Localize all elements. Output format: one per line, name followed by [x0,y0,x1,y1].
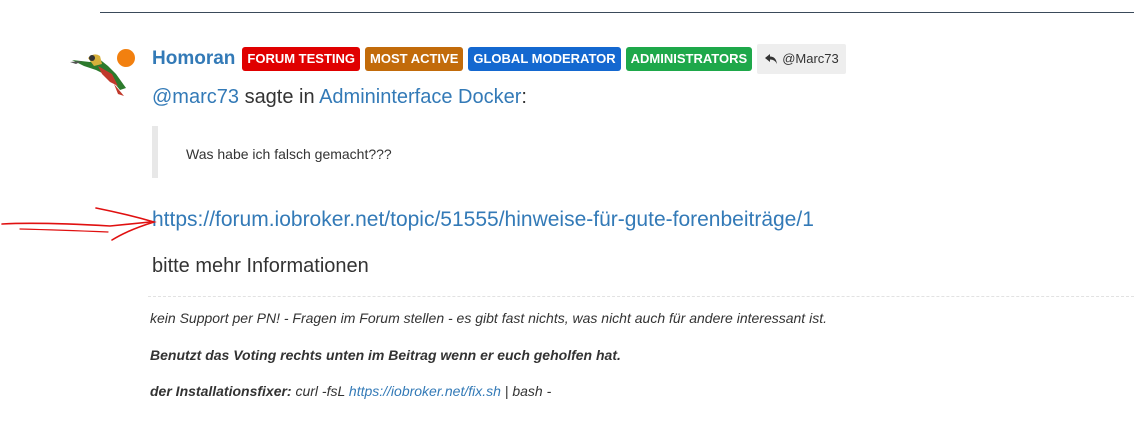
installfixer-tail: | bash - [500,383,552,399]
installfixer-cmd: curl -fsL [291,383,349,399]
quote-header: @marc73 sagte in Admininterface Docker: [152,86,527,109]
blockquote: Was habe ich falsch gemacht??? [152,126,752,178]
installfixer-label: der Installationsfixer: [150,383,292,399]
badge-global-moderator[interactable]: GLOBAL MODERATOR [468,47,621,71]
reply-arrow-icon [765,54,778,64]
red-annotation-arrow [1,207,157,241]
reply-to-label: @Marc73 [782,51,839,66]
fix-sh-link[interactable]: https://iobroker.net/fix.sh [349,383,501,399]
post-header: Homoran FORUM TESTING MOST ACTIVE GLOBAL… [152,43,846,75]
quoted-text: Was habe ich falsch gemacht??? [186,146,392,162]
signature-divider [148,296,1134,297]
signature-voting-text: Benutzt das Voting rechts unten im Beitr… [150,347,621,363]
signature-line-3: der Installationsfixer: curl -fsL https:… [150,383,551,399]
reply-to-button[interactable]: @Marc73 [757,44,846,74]
badge-most-active[interactable]: MOST ACTIVE [365,47,464,71]
post-body-text: bitte mehr Informationen [152,255,369,277]
top-divider [100,12,1134,13]
quote-colon: : [521,86,527,108]
online-status-dot [117,49,135,67]
mention-link[interactable]: @marc73 [152,86,239,108]
badge-administrators[interactable]: ADMINISTRATORS [625,47,753,71]
forum-guide-link[interactable]: https://forum.iobroker.net/topic/51555/h… [152,208,814,232]
badge-forum-testing[interactable]: FORUM TESTING [242,47,361,71]
signature-line-2: Benutzt das Voting rechts unten im Beitr… [150,347,621,363]
topic-link[interactable]: Admininterface Docker [319,86,521,108]
signature-line-1: kein Support per PN! - Fragen im Forum s… [150,310,827,326]
said-in-text: sagte in [244,86,315,108]
username-link[interactable]: Homoran [152,48,235,70]
